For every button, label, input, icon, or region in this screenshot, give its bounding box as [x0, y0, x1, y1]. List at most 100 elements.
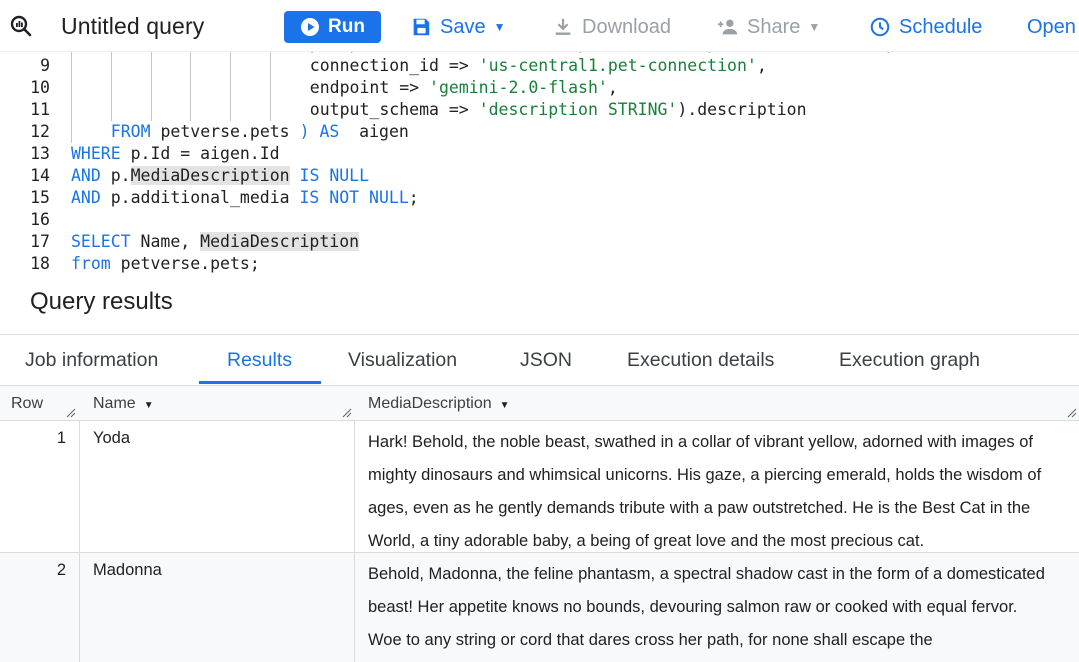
query-title[interactable]: Untitled query — [61, 13, 204, 40]
row-number: 1 — [56, 429, 66, 447]
code-line[interactable]: 14 AND p.MediaDescription IS NULL — [0, 165, 1079, 187]
cell-media-description[interactable]: Hark! Behold, the noble beast, swathed i… — [368, 426, 1048, 558]
column-resize-icon[interactable] — [342, 408, 352, 418]
code-token: ).description — [677, 100, 807, 119]
indent-guide — [190, 55, 192, 77]
code-token: , — [607, 78, 618, 97]
column-divider — [79, 553, 80, 662]
code-token: output_schema => — [309, 100, 479, 119]
indent-guide — [190, 77, 192, 99]
tab-results[interactable]: Results — [227, 349, 292, 372]
save-button-label: Save — [440, 15, 486, 38]
save-button[interactable]: Save ▼ — [410, 12, 505, 42]
row-number: 2 — [56, 561, 66, 579]
indent-guide — [270, 99, 271, 121]
download-icon — [555, 18, 571, 35]
code-line[interactable]: 18 from petverse.pets; — [0, 253, 1079, 275]
code-token: from — [71, 254, 111, 273]
active-tab-indicator — [199, 381, 321, 384]
code-text: AND p.MediaDescription IS NULL — [71, 165, 369, 187]
column-header-row: Row — [11, 395, 44, 412]
indent-guide — [71, 121, 72, 143]
line-number: 14 — [30, 166, 50, 185]
code-token: p. — [100, 166, 131, 185]
code-token: SELECT — [71, 232, 131, 251]
code-line[interactable]: 16 — [0, 209, 1079, 231]
add-person-icon — [717, 19, 738, 35]
code-token: p.Id = aigen.Id — [120, 144, 280, 163]
indent-guide — [270, 55, 271, 77]
code-token: WHERE — [71, 144, 121, 163]
open-button[interactable]: Open — [1027, 12, 1076, 42]
code-text: FROM petverse.pets ) AS aigen — [111, 121, 409, 143]
code-token: p.additional_media — [100, 188, 300, 207]
play-icon — [301, 18, 320, 36]
column-header-name[interactable]: Name ▼ — [93, 395, 154, 413]
code-line[interactable]: 9 connection_id => 'us-central1.pet-conne… — [0, 55, 1079, 77]
code-text: WHERE p.Id = aigen.Id — [71, 143, 280, 165]
code-token: petverse.pets; — [110, 254, 260, 273]
column-resize-icon[interactable] — [1067, 408, 1077, 418]
save-icon — [413, 18, 430, 36]
table-row[interactable]: 2 Madonna Behold, Madonna, the feline ph… — [0, 553, 1079, 662]
share-button-label: Share — [747, 15, 801, 38]
code-token: ; — [408, 188, 419, 207]
code-token: AS — [319, 122, 340, 141]
code-token: petverse.pets — [150, 122, 300, 141]
line-number: 11 — [30, 100, 50, 119]
tab-execution-details[interactable]: Execution details — [627, 349, 774, 372]
indent-guide — [71, 99, 72, 121]
tab-json[interactable]: JSON — [520, 349, 572, 372]
cell-media-description[interactable]: Behold, Madonna, the feline phantasm, a … — [368, 558, 1048, 657]
line-number: 15 — [30, 188, 50, 207]
code-token: 'us-central1.pet-connection' — [478, 56, 757, 75]
column-resize-icon[interactable] — [66, 408, 76, 418]
tab-visualization[interactable]: Visualization — [348, 349, 457, 372]
code-line[interactable]: 17 SELECT Name, MediaDescription — [0, 231, 1079, 253]
table-row[interactable]: 1 Yoda Hark! Behold, the noble beast, sw… — [0, 421, 1079, 553]
code-token: FROM — [110, 122, 151, 141]
code-text: output_schema => 'description STRING').d… — [310, 99, 807, 121]
code-token: aigen — [339, 122, 409, 141]
code-line[interactable]: 12 FROM petverse.pets ) AS aigen — [0, 121, 1079, 143]
code-token: IS NULL — [299, 166, 370, 185]
code-token: IS NOT NULL — [299, 188, 409, 207]
line-number: 10 — [30, 78, 50, 97]
line-number: 18 — [30, 254, 50, 273]
query-toolbar: Untitled query Run Save ▼ Download Share — [0, 0, 1079, 52]
column-divider — [354, 553, 355, 662]
line-number: 9 — [40, 56, 50, 75]
run-button[interactable]: Run — [284, 11, 381, 43]
download-button[interactable]: Download — [552, 12, 671, 42]
chevron-down-icon: ▼ — [143, 400, 154, 411]
sql-editor[interactable]: 8prompt=> ( 'create a description in an … — [0, 40, 1079, 284]
indent-guide — [71, 55, 72, 77]
code-line[interactable]: 13 WHERE p.Id = aigen.Id — [0, 143, 1079, 165]
tab-execution-graph[interactable]: Execution graph — [839, 349, 980, 372]
schedule-button[interactable]: Schedule — [869, 12, 982, 42]
cell-name[interactable]: Madonna — [93, 561, 162, 580]
code-token: Name, — [130, 232, 201, 251]
schedule-button-label: Schedule — [899, 15, 983, 38]
code-text: SELECT Name, MediaDescription — [71, 231, 360, 253]
column-header-mediadescription[interactable]: MediaDescription ▼ — [368, 395, 510, 413]
indent-guide — [230, 55, 232, 77]
line-number: 16 — [30, 210, 50, 229]
indent-guide — [71, 77, 72, 99]
chevron-down-icon: ▼ — [499, 400, 510, 411]
code-line[interactable]: 11 output_schema => 'description STRING')… — [0, 99, 1079, 121]
indent-guide — [230, 99, 232, 121]
open-button-label: Open — [1027, 15, 1076, 38]
indent-guide — [230, 77, 232, 99]
line-number: 17 — [30, 232, 50, 251]
code-line[interactable]: 10 endpoint => 'gemini-2.0-flash', — [0, 77, 1079, 99]
results-table-header: Row Name ▼ MediaDescription ▼ — [0, 386, 1079, 421]
indent-guide — [110, 77, 112, 99]
code-token: endpoint => — [309, 78, 430, 97]
cell-name[interactable]: Yoda — [93, 429, 130, 448]
share-button[interactable]: Share ▼ — [717, 12, 820, 42]
indent-guide — [110, 99, 112, 121]
code-line[interactable]: 15 AND p.additional_media IS NOT NULL; — [0, 187, 1079, 209]
code-text: from petverse.pets; — [71, 253, 260, 275]
tab-job-information[interactable]: Job information — [25, 349, 158, 372]
